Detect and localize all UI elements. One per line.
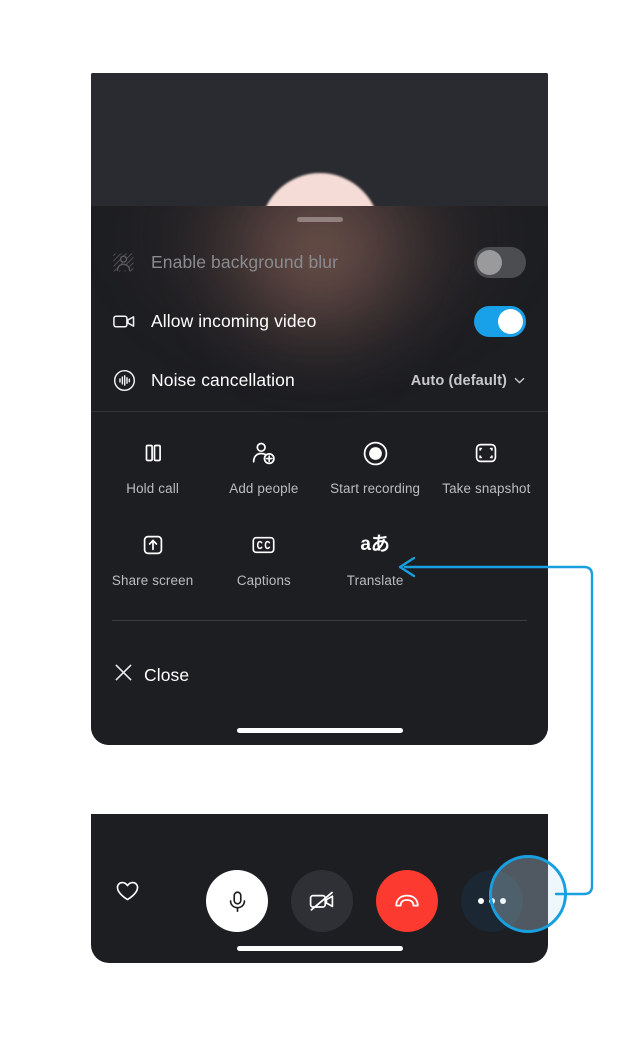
action-hold-call[interactable]: Hold call bbox=[97, 438, 208, 496]
noise-cancellation-value: Auto (default) bbox=[410, 372, 507, 389]
action-label: Add people bbox=[229, 481, 299, 496]
video-backdrop bbox=[91, 73, 548, 206]
close-divider bbox=[112, 620, 527, 621]
action-translate[interactable]: aあ Translate bbox=[320, 530, 431, 588]
incoming-video-toggle[interactable] bbox=[474, 306, 526, 337]
option-row-noise-cancellation[interactable]: Noise cancellation Auto (default) bbox=[91, 351, 548, 410]
option-row-background-blur[interactable]: Enable background blur bbox=[91, 233, 548, 292]
option-label: Noise cancellation bbox=[151, 370, 295, 390]
camera-button[interactable] bbox=[291, 870, 353, 932]
background-blur-icon bbox=[112, 251, 142, 274]
sheet-drag-handle[interactable] bbox=[296, 217, 343, 222]
options-list: Enable background blur Allow incoming vi… bbox=[91, 233, 548, 410]
record-icon bbox=[362, 438, 389, 468]
chevron-down-icon bbox=[514, 377, 525, 384]
close-label: Close bbox=[144, 664, 190, 685]
closed-captions-icon bbox=[250, 530, 277, 560]
grid-spacer bbox=[431, 530, 542, 588]
phone-hangup-icon bbox=[395, 894, 419, 907]
noise-cancellation-icon bbox=[112, 368, 142, 393]
call-options-sheet: Enable background blur Allow incoming vi… bbox=[91, 73, 548, 745]
add-person-icon bbox=[250, 438, 277, 468]
action-label: Share screen bbox=[111, 573, 194, 588]
noise-cancellation-select[interactable]: Auto (default) bbox=[411, 373, 526, 389]
home-indicator bbox=[236, 728, 403, 733]
action-share-screen[interactable]: Share screen bbox=[97, 530, 208, 588]
heart-icon bbox=[116, 881, 139, 901]
section-divider bbox=[91, 411, 548, 412]
action-captions[interactable]: Captions bbox=[208, 530, 319, 588]
close-button[interactable]: Close bbox=[91, 645, 548, 705]
translate-icon: aあ bbox=[360, 534, 390, 555]
option-row-incoming-video[interactable]: Allow incoming video bbox=[91, 292, 548, 351]
background-blur-toggle[interactable] bbox=[474, 247, 526, 278]
snapshot-icon bbox=[473, 438, 499, 468]
action-label: Start recording bbox=[330, 481, 421, 496]
share-screen-icon bbox=[140, 530, 166, 560]
action-grid: Hold call Add people Start recording Tak… bbox=[91, 414, 548, 588]
microphone-icon bbox=[229, 890, 245, 912]
video-camera-icon bbox=[112, 309, 142, 334]
action-start-recording[interactable]: Start recording bbox=[320, 438, 431, 496]
action-label: Translate bbox=[346, 573, 404, 588]
action-take-snapshot[interactable]: Take snapshot bbox=[431, 438, 542, 496]
close-x-icon bbox=[112, 661, 135, 689]
action-label: Hold call bbox=[126, 481, 179, 496]
participant-avatar bbox=[259, 173, 380, 206]
microphone-button[interactable] bbox=[206, 870, 268, 932]
reaction-heart-button[interactable] bbox=[114, 877, 141, 909]
end-call-button[interactable] bbox=[376, 870, 438, 932]
more-options-highlight bbox=[489, 855, 567, 933]
option-label: Allow incoming video bbox=[151, 311, 317, 331]
action-label: Take snapshot bbox=[442, 481, 531, 496]
action-label: Captions bbox=[236, 573, 291, 588]
call-control-bar bbox=[91, 814, 548, 963]
home-indicator bbox=[236, 946, 403, 951]
camera-off-icon bbox=[309, 891, 334, 911]
pause-icon bbox=[140, 438, 166, 468]
action-add-people[interactable]: Add people bbox=[208, 438, 319, 496]
option-label: Enable background blur bbox=[151, 252, 339, 272]
